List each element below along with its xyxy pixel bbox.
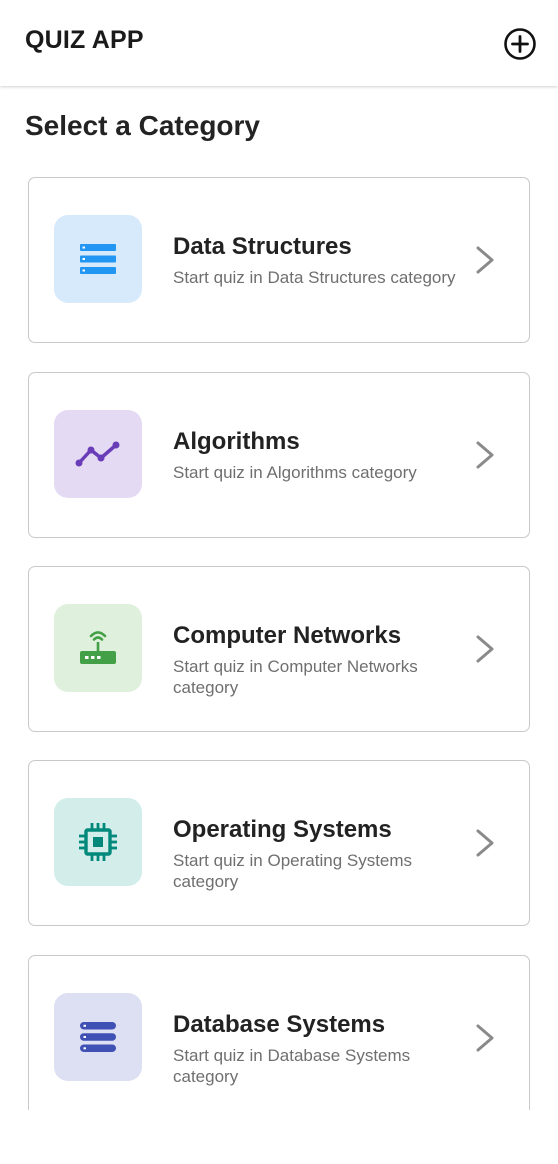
- category-icon-box: [54, 604, 142, 692]
- category-card-algorithms[interactable]: Algorithms Start quiz in Algorithms cate…: [28, 372, 530, 538]
- page-title: Select a Category: [25, 110, 260, 141]
- category-text: Operating Systems Start quiz in Operatin…: [173, 815, 473, 892]
- category-icon-box: [54, 410, 142, 498]
- chip-icon: [74, 818, 122, 866]
- category-subtitle: Start quiz in Data Structures category: [173, 268, 456, 287]
- category-title: Computer Networks: [173, 622, 402, 649]
- category-list: Data Structures Start quiz in Data Struc…: [0, 0, 558, 1110]
- category-text: Algorithms Start quiz in Algorithms cate…: [173, 427, 473, 483]
- chevron-right-icon: [473, 439, 497, 471]
- category-title: Database Systems: [173, 1011, 386, 1038]
- storage-icon: [74, 1013, 122, 1061]
- category-subtitle: Start quiz in Database Systems category: [173, 1046, 411, 1086]
- category-title: Algorithms: [173, 428, 300, 455]
- category-icon-box: [54, 798, 142, 886]
- chevron-right-icon: [473, 1022, 497, 1054]
- category-text: Database Systems Start quiz in Database …: [173, 1010, 473, 1087]
- category-subtitle: Start quiz in Operating Systems category: [173, 851, 413, 891]
- category-card-database-systems[interactable]: Database Systems Start quiz in Database …: [28, 955, 530, 1110]
- app-title: QUIZ APP: [25, 26, 144, 54]
- app-bar: QUIZ APP: [0, 0, 558, 86]
- list-stack-icon: [74, 235, 122, 283]
- category-card-computer-networks[interactable]: Computer Networks Start quiz in Computer…: [28, 566, 530, 732]
- chevron-right-icon: [473, 633, 497, 665]
- category-text: Data Structures Start quiz in Data Struc…: [173, 232, 473, 288]
- category-title: Operating Systems: [173, 816, 392, 843]
- category-text: Computer Networks Start quiz in Computer…: [173, 621, 473, 698]
- add-circle-icon[interactable]: [503, 27, 537, 61]
- chevron-right-icon: [473, 244, 497, 276]
- category-icon-box: [54, 993, 142, 1081]
- category-subtitle: Start quiz in Computer Networks category: [173, 657, 418, 697]
- category-card-data-structures[interactable]: Data Structures Start quiz in Data Struc…: [28, 177, 530, 343]
- category-card-operating-systems[interactable]: Operating Systems Start quiz in Operatin…: [28, 760, 530, 926]
- category-icon-box: [54, 215, 142, 303]
- category-title: Data Structures: [173, 233, 352, 260]
- category-subtitle: Start quiz in Algorithms category: [173, 463, 417, 482]
- router-icon: [74, 624, 122, 672]
- chevron-right-icon: [473, 827, 497, 859]
- trend-line-icon: [74, 430, 122, 478]
